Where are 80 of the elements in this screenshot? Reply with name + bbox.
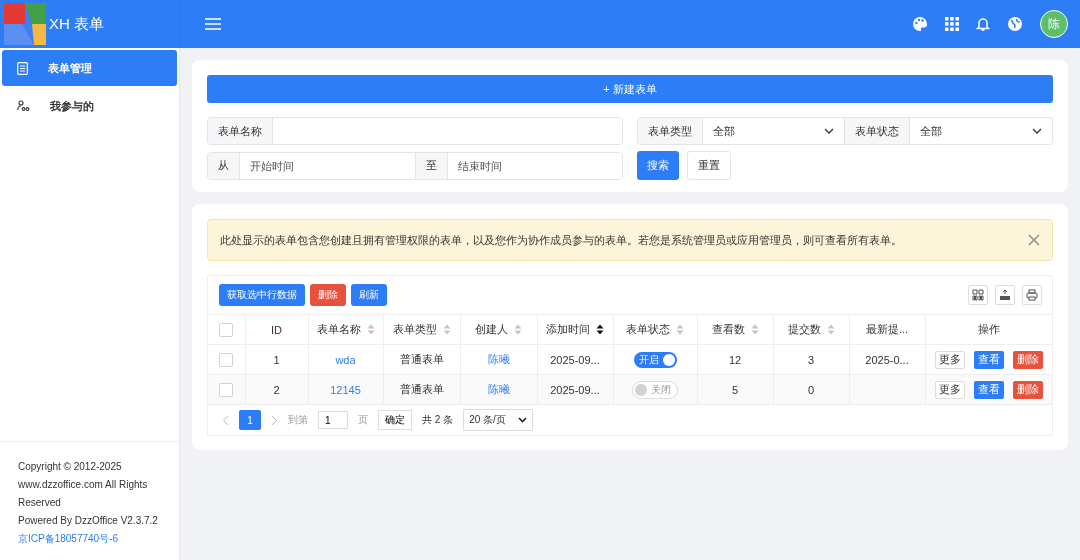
icp-link[interactable]: 京ICP备18057740号-6 <box>18 530 169 548</box>
sort-icon <box>750 324 759 335</box>
goto-label: 到第 <box>288 413 308 427</box>
logo-icon <box>4 3 46 45</box>
bell-icon[interactable] <box>976 16 990 32</box>
palette-icon[interactable] <box>912 16 928 32</box>
column-header[interactable]: 添加时间 <box>537 314 613 345</box>
table-cell: 0 <box>773 374 849 405</box>
form-name-input-group[interactable]: 表单名称 <box>207 117 623 145</box>
date-range-field[interactable]: 从 开始时间 至 结束时间 <box>207 151 623 180</box>
select-all-checkbox[interactable] <box>219 322 234 337</box>
sort-icon <box>676 324 684 335</box>
page-size-select[interactable]: 20 条/页 <box>463 409 533 431</box>
search-button[interactable]: 搜索 <box>637 151 679 180</box>
column-header[interactable]: 表单名称 <box>308 314 383 345</box>
toolbar-button[interactable]: 删除 <box>310 284 346 306</box>
sort-icon <box>826 324 835 335</box>
next-page-icon[interactable] <box>271 414 278 426</box>
sort-icon <box>442 324 451 335</box>
globe-icon[interactable] <box>1007 16 1023 32</box>
powered-by-text: Powered By DzzOffice V2.3.7.2 <box>18 514 159 528</box>
print-icon[interactable] <box>1022 285 1042 305</box>
row-action-button[interactable]: 查看 <box>973 380 1004 399</box>
column-header[interactable]: 创建人 <box>460 314 537 345</box>
form-status-select[interactable]: 表单状态 全部 <box>845 117 1053 145</box>
field-label: 表单名称 <box>208 118 273 144</box>
chevron-down-icon <box>824 128 834 134</box>
app-name: XH 表单 <box>49 14 104 34</box>
column-header[interactable]: 表单类型 <box>383 314 460 345</box>
grid-icon[interactable] <box>945 17 959 31</box>
column-header[interactable]: 操作 <box>925 314 1052 345</box>
chevron-down-icon <box>517 417 527 423</box>
field-label: 至 <box>414 152 448 179</box>
page-input[interactable]: 1 <box>318 411 348 429</box>
toolbar-button[interactable]: 刷新 <box>351 284 387 306</box>
sort-icon <box>514 324 522 335</box>
columns-icon[interactable] <box>968 285 988 305</box>
total-count: 共 2 条 <box>422 413 454 427</box>
reset-button[interactable]: 重置 <box>687 151 731 180</box>
sidebar-item[interactable]: 我参与的 <box>2 88 177 124</box>
creator-link[interactable]: 陈曦 <box>487 353 510 365</box>
sort-icon <box>366 324 375 335</box>
column-header[interactable]: ID <box>245 314 308 345</box>
status-switch[interactable]: 开启 <box>633 351 677 368</box>
menu-icon[interactable] <box>205 18 221 30</box>
field-label: 从 <box>208 152 240 179</box>
row-action-button[interactable]: 更多 <box>934 350 965 369</box>
column-header[interactable]: 表单状态 <box>613 314 697 345</box>
sort-icon <box>596 324 604 335</box>
creator-link[interactable]: 陈曦 <box>487 383 510 395</box>
row-action-button[interactable]: 删除 <box>1012 380 1043 399</box>
export-icon[interactable] <box>995 285 1015 305</box>
page-unit-label: 页 <box>358 413 368 427</box>
table-cell: 2025-09... <box>537 374 613 405</box>
new-form-button[interactable]: + 新建表单 <box>207 75 1053 103</box>
confirm-button[interactable]: 确定 <box>378 410 412 430</box>
page-button[interactable]: 1 <box>239 410 261 430</box>
form-name-link[interactable]: wda <box>335 353 356 366</box>
row-action-button[interactable]: 更多 <box>934 380 965 399</box>
column-header[interactable]: 最新提... <box>849 314 925 345</box>
row-checkbox[interactable] <box>219 382 234 397</box>
previous-page-icon[interactable] <box>222 414 229 426</box>
column-header[interactable]: 提交数 <box>773 314 849 345</box>
form-type-select[interactable]: 表单类型 全部 <box>637 117 845 145</box>
row-checkbox[interactable] <box>219 352 234 367</box>
table-cell: 2 <box>245 374 308 405</box>
copyright-text: Copyright © 2012-2025 www.dzzoffice.com All Rights Reserved <box>18 460 149 510</box>
document-icon <box>17 61 28 75</box>
table-cell: 普通表单 <box>383 374 460 405</box>
form-name-link[interactable]: 12145 <box>330 383 361 396</box>
row-action-button[interactable]: 删除 <box>1012 350 1043 369</box>
toolbar-button[interactable]: 获取选中行数据 <box>219 284 305 306</box>
column-header[interactable]: 查看数 <box>697 314 773 345</box>
sidebar-item[interactable]: 表单管理 <box>2 50 177 86</box>
alert-text: 此处显示的表单包含您创建且拥有管理权限的表单，以及您作为协作成员参与的表单。若您是系统管理员或应用管理员，则可查看所有表单。 <box>220 232 902 248</box>
people-icon <box>17 100 30 112</box>
chevron-down-icon <box>1032 128 1042 134</box>
close-icon[interactable] <box>1028 234 1040 246</box>
table-cell: 5 <box>697 374 773 405</box>
row-action-button[interactable]: 查看 <box>973 350 1004 369</box>
